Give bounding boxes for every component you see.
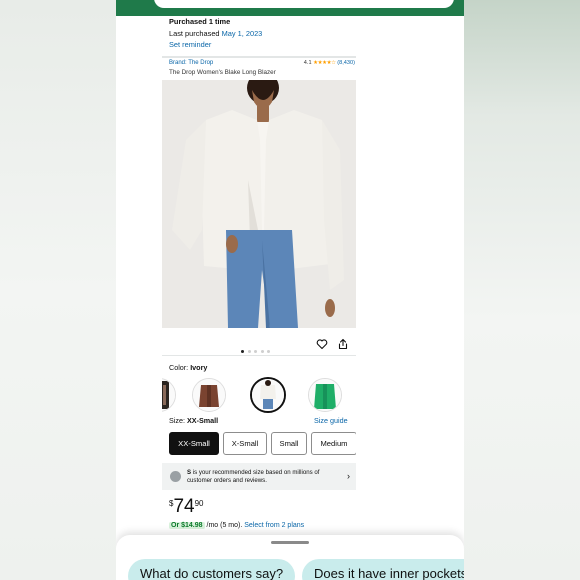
carousel-dot[interactable] [241,350,244,353]
purchase-history: Purchased 1 time Last purchased May 1, 2… [169,16,262,51]
background-right [464,0,580,580]
selected-size: XX-Small [186,416,219,425]
monthly-term: /mo (5 mo). [206,522,243,529]
color-label-text: Color: [169,363,189,372]
price-whole: 74 [173,496,195,517]
size-option-selected[interactable]: XX-Small [169,432,219,455]
size-recommendation[interactable]: S is your recommended size based on mill… [162,463,356,490]
price-currency: $ [169,499,174,508]
carousel-dot[interactable] [247,350,251,353]
app-screen: Purchased 1 time Last purchased May 1, 2… [116,0,464,580]
size-label-text: Size: [169,416,185,425]
carousel-dot[interactable] [267,350,270,353]
product-image[interactable] [162,80,356,328]
rating-count: (8,430) [337,60,355,66]
monthly-payment: Or $14.98 /mo (5 mo). Select from 2 plan… [169,522,304,529]
monthly-badge: Or $14.98 [169,522,205,529]
chevron-right-icon: › [347,471,350,481]
size-guide-link[interactable]: Size guide [314,416,348,425]
question-chip[interactable]: Does it have inner pockets? [302,559,464,580]
monthly-amount: $14.98 [181,522,203,529]
rating-value: 4.1 [303,60,312,66]
bottom-sheet: What do customers say? Does it have inne… [116,535,464,580]
recommendation-text: S is your recommended size based on mill… [187,469,337,485]
background-left [0,0,116,580]
color-swatch-selected[interactable] [250,377,286,413]
divider [162,56,356,58]
color-swatch[interactable] [192,378,226,412]
size-option[interactable]: Small [271,432,307,455]
color-swatch-list [162,376,356,414]
recommendation-message: is your recommended size based on millio… [187,469,320,484]
divider [162,355,356,356]
heart-icon[interactable] [316,337,328,350]
color-swatch[interactable] [308,378,342,412]
brand-link[interactable]: Brand: The Drop [169,60,213,66]
top-bar [116,0,464,16]
select-plans-link[interactable]: Select from 2 plans [244,522,304,529]
selected-color: Ivory [190,363,208,372]
rating[interactable]: 4.1 ★★★★☆ (8,430) [304,60,355,66]
monthly-prefix: Or [171,522,180,529]
share-icon[interactable] [337,337,349,350]
size-option[interactable]: Medium [311,432,356,455]
brand-row: Brand: The Drop 4.1 ★★★★☆ (8,430) [169,60,355,66]
set-reminder-link[interactable]: Set reminder [169,39,262,51]
last-purchased-label: Last purchased [169,28,220,38]
product-title: The Drop Women's Blake Long Blazer [169,69,276,76]
size-options: XX-Small X-Small Small Medium [169,432,356,456]
color-label: Color: Ivory [169,363,207,372]
size-label: Size: XX-Small [169,416,218,425]
question-chip[interactable]: What do customers say? [128,559,296,580]
search-bar[interactable] [154,0,454,8]
purchase-count: Purchased 1 time [169,17,231,26]
star-rating-icon: ★★★★☆ [313,60,336,66]
carousel-dot[interactable] [260,350,264,353]
price-fraction: 90 [194,499,204,508]
person-icon [170,471,181,482]
last-purchased-date-link[interactable]: May 1, 2023 [222,29,263,38]
carousel-dot[interactable] [254,350,257,353]
color-swatch[interactable] [162,378,176,412]
size-option[interactable]: X-Small [223,432,267,455]
price: $7490 [169,496,204,518]
sheet-handle[interactable] [271,541,309,544]
